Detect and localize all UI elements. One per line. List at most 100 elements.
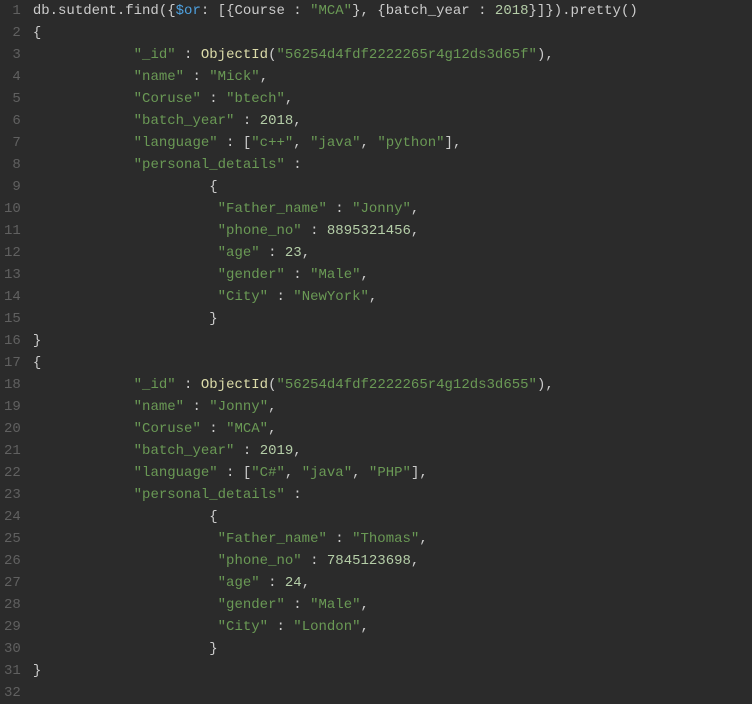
code-token: ,	[285, 465, 302, 481]
code-token: ,	[260, 69, 268, 85]
code-token: }	[33, 311, 218, 327]
code-token: :	[285, 597, 310, 613]
code-token: "age"	[218, 245, 260, 261]
code-token: "Jonny"	[352, 201, 411, 217]
code-token: ,	[293, 443, 301, 459]
code-line: }	[33, 638, 752, 660]
code-token: ,	[293, 135, 310, 151]
code-line: "Coruse" : "MCA",	[33, 418, 752, 440]
code-token: "MCA"	[226, 421, 268, 437]
code-token: 23	[285, 245, 302, 261]
code-token: "gender"	[218, 597, 285, 613]
code-line: "phone_no" : 7845123698,	[33, 550, 752, 572]
code-token: 2019	[260, 443, 294, 459]
code-token: :	[327, 531, 352, 547]
code-token: ,	[419, 531, 427, 547]
line-number: 12	[4, 242, 21, 264]
code-token: "btech"	[226, 91, 285, 107]
code-token	[33, 553, 218, 569]
code-token: :	[302, 553, 327, 569]
code-token	[33, 245, 218, 261]
line-number: 9	[4, 176, 21, 198]
code-token: :	[260, 245, 285, 261]
code-token	[33, 597, 218, 613]
code-token: "batch_year"	[134, 443, 235, 459]
line-number: 17	[4, 352, 21, 374]
code-line: db.sutdent.find({$or: [{Course : "MCA"},…	[33, 0, 752, 22]
line-number: 28	[4, 594, 21, 616]
code-token: 2018	[260, 113, 294, 129]
line-number: 25	[4, 528, 21, 550]
line-number: 20	[4, 418, 21, 440]
code-token	[33, 575, 218, 591]
code-token: "MCA"	[310, 3, 352, 19]
code-token: : [{Course :	[201, 3, 310, 19]
code-token: "Father_name"	[218, 201, 327, 217]
code-token: }, {batch_year :	[352, 3, 495, 19]
code-line: "_id" : ObjectId("56254d4fdf2222265r4g12…	[33, 44, 752, 66]
code-token: {	[33, 25, 41, 41]
code-token: ],	[445, 135, 462, 151]
code-token: :	[268, 289, 293, 305]
line-number: 27	[4, 572, 21, 594]
line-number: 29	[4, 616, 21, 638]
line-number: 31	[4, 660, 21, 682]
code-token: ObjectId	[201, 377, 268, 393]
line-number: 6	[4, 110, 21, 132]
code-line: "name" : "Jonny",	[33, 396, 752, 418]
line-number: 23	[4, 484, 21, 506]
code-token: "Mick"	[209, 69, 259, 85]
code-editor: 1234567891011121314151617181920212223242…	[0, 0, 752, 694]
code-token: "python"	[377, 135, 444, 151]
code-token: (	[268, 377, 276, 393]
code-token: :	[268, 619, 293, 635]
line-number: 13	[4, 264, 21, 286]
code-token: "age"	[218, 575, 260, 591]
code-token: :	[201, 421, 226, 437]
code-line: "age" : 24,	[33, 572, 752, 594]
code-token: ,	[361, 135, 378, 151]
line-number: 15	[4, 308, 21, 330]
line-number: 30	[4, 638, 21, 660]
code-line: }	[33, 330, 752, 352]
code-token: "name"	[134, 69, 184, 85]
code-token: "phone_no"	[218, 223, 302, 239]
code-token: (	[268, 47, 276, 63]
code-token: "java"	[302, 465, 352, 481]
code-token: "PHP"	[369, 465, 411, 481]
code-token: "java"	[310, 135, 360, 151]
code-token: :	[302, 223, 327, 239]
code-line: "City" : "NewYork",	[33, 286, 752, 308]
code-token	[33, 113, 134, 129]
code-token	[33, 267, 218, 283]
code-token: db.sutdent.find({	[33, 3, 176, 19]
code-token: "Coruse"	[134, 91, 201, 107]
code-token: "c++"	[251, 135, 293, 151]
code-token: :	[285, 267, 310, 283]
code-token	[33, 487, 134, 503]
code-token: }	[33, 663, 41, 679]
code-line: "Coruse" : "btech",	[33, 88, 752, 110]
code-token	[33, 465, 134, 481]
code-token: ,	[411, 201, 419, 217]
code-token: :	[234, 113, 259, 129]
code-area[interactable]: db.sutdent.find({$or: [{Course : "MCA"},…	[29, 0, 752, 694]
code-token: ,	[361, 597, 369, 613]
line-number: 22	[4, 462, 21, 484]
code-token: "56254d4fdf2222265r4g12ds3d65f"	[277, 47, 537, 63]
line-number: 3	[4, 44, 21, 66]
code-token: :	[260, 575, 285, 591]
code-line	[33, 682, 752, 694]
code-line: "phone_no" : 8895321456,	[33, 220, 752, 242]
code-token: "Thomas"	[352, 531, 419, 547]
code-token: "Coruse"	[134, 421, 201, 437]
code-token	[33, 91, 134, 107]
code-token: :	[176, 377, 201, 393]
code-token: ObjectId	[201, 47, 268, 63]
code-token: "Male"	[310, 267, 360, 283]
line-number: 8	[4, 154, 21, 176]
code-token: $or	[176, 3, 201, 19]
code-line: {	[33, 176, 752, 198]
code-token: "name"	[134, 399, 184, 415]
line-number: 1	[4, 0, 21, 22]
